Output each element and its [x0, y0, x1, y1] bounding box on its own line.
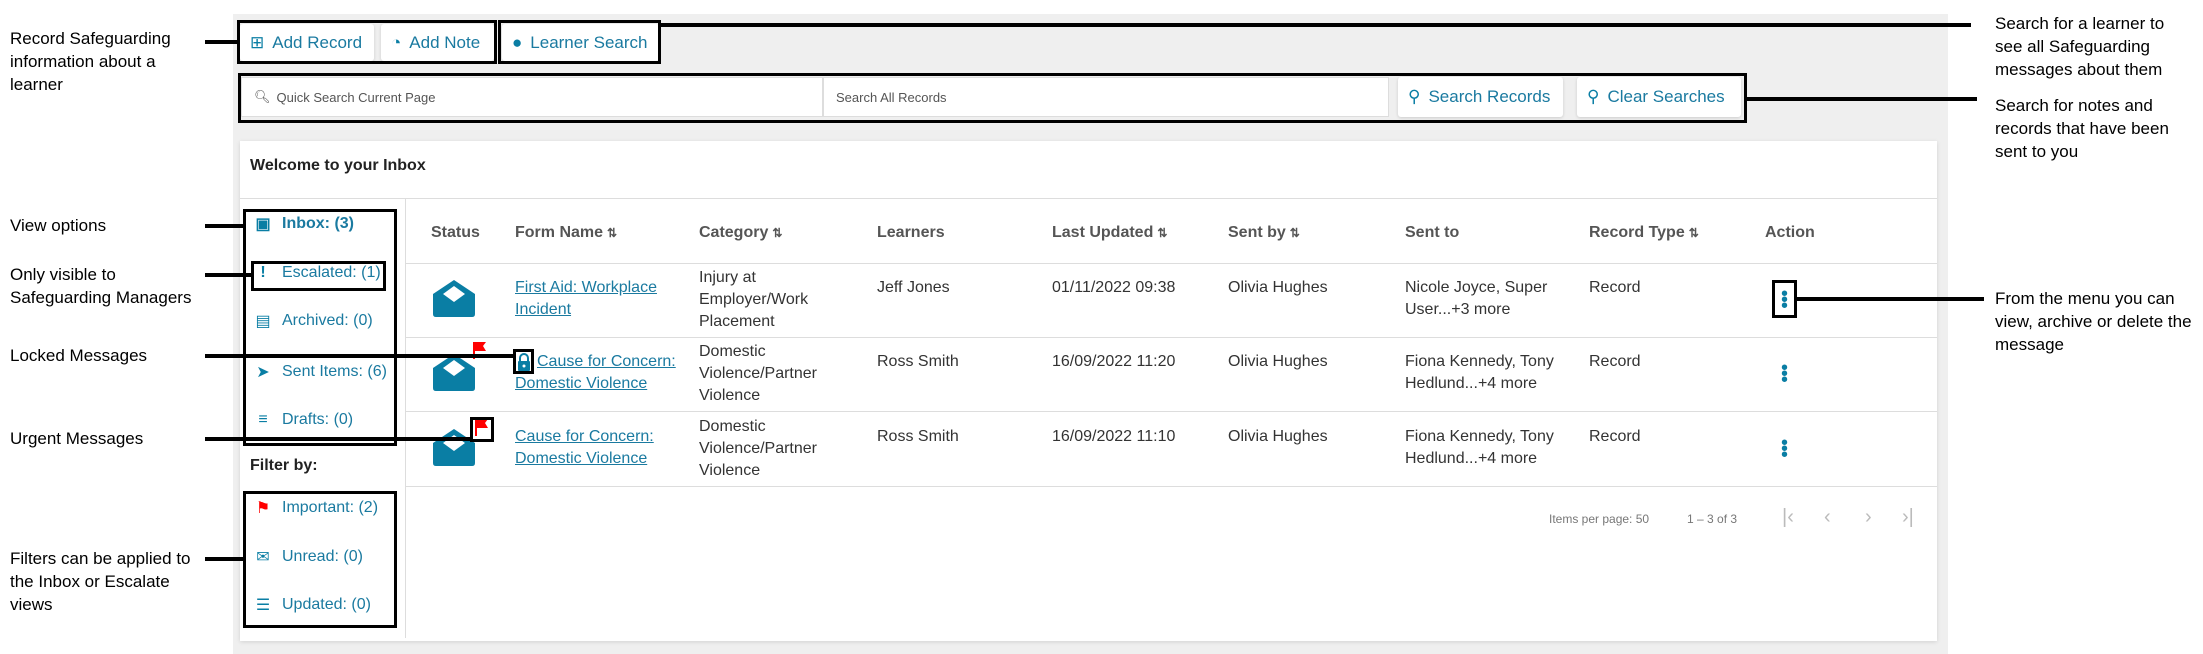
sort-icon: ⇅: [1157, 226, 1168, 240]
sent-by-cell: Olivia Hughes: [1228, 428, 1328, 445]
open-envelope-icon: [433, 354, 475, 391]
sort-icon: ⇅: [607, 226, 618, 240]
sort-icon: ⇅: [1289, 226, 1300, 240]
category-cell: Domestic Violence/Partner Violence: [699, 343, 817, 404]
sort-icon: ⇅: [772, 226, 783, 240]
category-cell: Domestic Violence/Partner Violence: [699, 418, 817, 479]
header-record-type[interactable]: Record Type ⇅: [1589, 224, 1699, 242]
sent-to-cell: Fiona Kennedy, Tony Hedlund...+4 more: [1405, 428, 1554, 467]
inbox-panel: [240, 141, 1937, 641]
record-type-cell: Record: [1589, 428, 1641, 445]
callout-line: [1747, 97, 1977, 101]
annotation-locked: Locked Messages: [10, 346, 148, 365]
header-category[interactable]: Category ⇅: [699, 224, 782, 242]
callout-box: [243, 491, 397, 628]
sent-by-cell: Olivia Hughes: [1228, 353, 1328, 370]
sent-to-cell: Nicole Joyce, Super User...+3 more: [1405, 279, 1548, 318]
last-updated-cell: 16/09/2022 11:20: [1052, 353, 1176, 370]
previous-page-icon[interactable]: ‹: [1824, 506, 1831, 529]
divider: [240, 198, 1937, 199]
callout-line: [205, 273, 251, 277]
open-envelope-icon: [433, 280, 475, 317]
callout-line: [205, 40, 238, 44]
last-page-icon[interactable]: ›|: [1902, 506, 1914, 529]
header-last-updated[interactable]: Last Updated ⇅: [1052, 224, 1167, 242]
callout-line: [661, 23, 1971, 27]
last-updated-cell: 01/11/2022 09:38: [1052, 279, 1176, 296]
header-label: Sent by: [1228, 224, 1286, 241]
header-label: Category: [699, 224, 769, 241]
next-page-icon[interactable]: ›: [1865, 506, 1872, 529]
callout-box: [470, 417, 494, 442]
items-per-page[interactable]: Items per page: 50: [1549, 512, 1649, 526]
form-name-link[interactable]: Cause for Concern: Domestic Violence: [515, 426, 665, 470]
header-status: Status: [431, 224, 480, 241]
annotation-filters: Filters can be applied to the Inbox or E…: [10, 549, 191, 614]
annotation-learner-search: Search for a learner to see all Safeguar…: [1995, 14, 2165, 79]
header-form-name[interactable]: Form Name ⇅: [515, 224, 617, 242]
callout-line: [1797, 297, 1984, 301]
header-sent-to: Sent to: [1405, 224, 1460, 241]
sent-to-cell: Fiona Kennedy, Tony Hedlund...+4 more: [1405, 353, 1554, 392]
annotation-urgent: Urgent Messages: [10, 429, 144, 448]
record-type-cell: Record: [1589, 279, 1641, 296]
callout-box: [243, 209, 397, 446]
divider: [405, 263, 1937, 264]
annotation-record: Record Safeguarding information about a …: [10, 29, 171, 94]
form-name-link[interactable]: First Aid: Workplace Incident: [515, 277, 665, 321]
callout-box: [237, 20, 497, 64]
row-divider: [405, 411, 1937, 412]
callout-line: [205, 354, 513, 358]
callout-box: [498, 20, 661, 64]
callout-line: [205, 437, 470, 441]
page-range: 1 – 3 of 3: [1687, 512, 1738, 526]
page-title: Welcome to your Inbox: [250, 157, 426, 174]
header-label: Form Name: [515, 224, 604, 241]
header-label: Record Type: [1589, 224, 1685, 241]
annotation-search: Search for notes and records that have b…: [1995, 96, 2169, 161]
row-divider: [405, 486, 1937, 487]
annotation-only-visible: Only visible to Safeguarding Managers: [10, 265, 192, 307]
more-actions-icon[interactable]: • • •: [1781, 433, 1788, 465]
more-actions-icon[interactable]: • • •: [1781, 358, 1788, 390]
category-cell: Injury at Employer/Work Placement: [699, 269, 809, 330]
sort-icon: ⇅: [1688, 226, 1699, 240]
record-type-cell: Record: [1589, 353, 1641, 370]
header-sent-by[interactable]: Sent by ⇅: [1228, 224, 1300, 242]
callout-line: [205, 557, 243, 561]
header-learners: Learners: [877, 224, 945, 241]
learner-cell: Ross Smith: [877, 353, 959, 370]
divider: [405, 198, 406, 638]
first-page-icon[interactable]: |‹: [1782, 506, 1794, 529]
annotation-view-options: View options: [10, 216, 107, 235]
last-updated-cell: 16/09/2022 11:10: [1052, 428, 1176, 445]
callout-box: [251, 261, 386, 291]
callout-box: [513, 349, 534, 374]
callout-box: [238, 73, 1747, 123]
filter-title: Filter by:: [250, 457, 318, 474]
learner-cell: Ross Smith: [877, 428, 959, 445]
callout-box: [1772, 280, 1797, 318]
header-label: Last Updated: [1052, 224, 1154, 241]
form-name-link[interactable]: Cause for Concern: Domestic Violence: [515, 351, 690, 395]
learner-cell: Jeff Jones: [877, 279, 950, 296]
callout-line: [205, 224, 243, 228]
annotation-menu: From the menu you can view, archive or d…: [1995, 289, 2192, 354]
header-action: Action: [1765, 224, 1815, 241]
sent-by-cell: Olivia Hughes: [1228, 279, 1328, 296]
row-divider: [405, 337, 1937, 338]
